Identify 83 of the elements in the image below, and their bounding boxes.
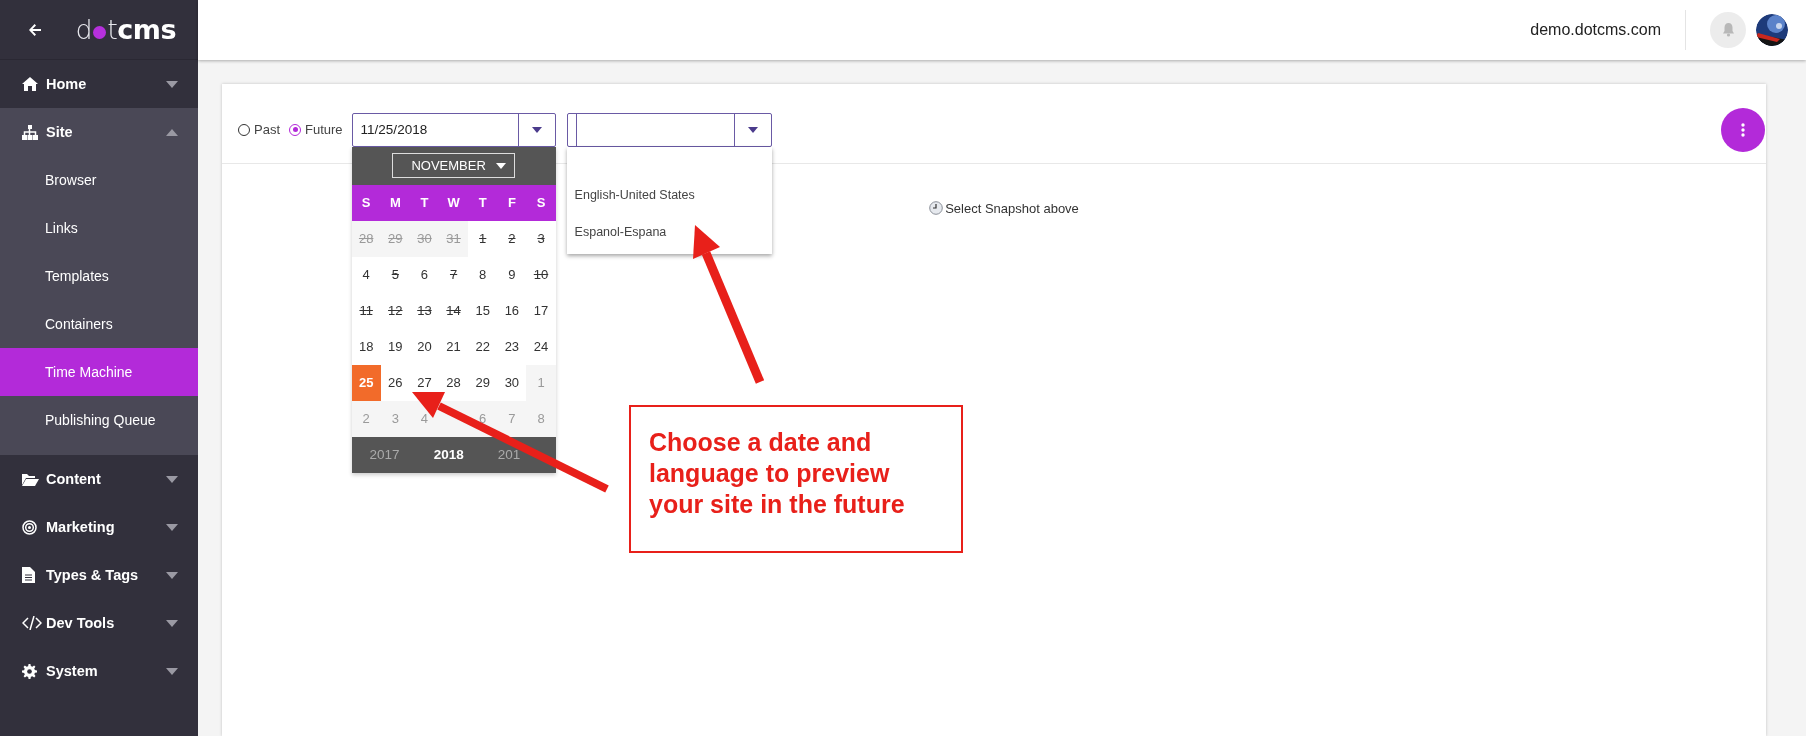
caret-icon [166,475,178,483]
nav-subitem[interactable]: Containers [0,300,198,348]
nav-subitem[interactable]: Browser [0,156,198,204]
nav-item[interactable]: Marketing [0,503,198,551]
calendar-day[interactable]: 29 [475,375,490,390]
annotation-box: Choose a date and language to preview your site in the future [629,405,963,553]
weekday-label: F [506,194,517,212]
nav-subitem[interactable]: Publishing Queue [0,396,198,444]
weekday-label: S [360,194,372,212]
radio-button[interactable]: Future [289,122,343,137]
calendar-day[interactable]: 21 [446,339,461,354]
calendar-day[interactable]: 4 [362,267,370,282]
sitemap-icon [22,124,38,140]
calendar-day[interactable]: 5 [391,267,399,282]
calendar-day[interactable]: 26 [388,375,403,390]
caret-icon [747,126,758,133]
calendar-day[interactable]: 22 [475,339,490,354]
weekday-label: S [535,194,547,212]
calendar-day[interactable]: 14 [446,303,461,318]
more-options-button[interactable] [1721,107,1765,152]
year-option[interactable]: 2018 [433,447,464,462]
calendar-day[interactable]: 16 [504,303,520,318]
site-name[interactable]: demo.dotcms.com [1530,21,1661,39]
weekday-label: M [388,194,402,212]
month-dropdown[interactable]: NOVEMBER [392,153,515,178]
caret-icon [166,80,178,88]
status-message: Select Snapshot above [945,200,1079,216]
radio-button[interactable]: Past [238,122,280,137]
calendar-day[interactable]: 24 [533,339,549,354]
calendar-day[interactable]: 28 [446,375,461,390]
calendar-day[interactable]: 17 [533,303,549,318]
calendar-day[interactable]: 11 [359,303,373,318]
calendar-day[interactable]: 27 [417,375,432,390]
nav-item[interactable]: Home [0,60,198,108]
home-icon [22,77,38,91]
calendar-day[interactable]: 9 [508,267,516,282]
calendar-day[interactable]: 3 [537,231,545,246]
calendar-day[interactable]: 2 [508,231,516,246]
nav-subitem[interactable]: Links [0,204,198,252]
calendar-day[interactable]: 23 [504,339,520,354]
nav-item[interactable]: Content [0,455,198,503]
more-icon [1741,122,1745,137]
logo[interactable]: d tcms [75,14,176,45]
calendar-day[interactable]: 1 [479,231,487,246]
nav-subitem[interactable]: Templates [0,252,198,300]
calendar-day[interactable]: 20 [417,339,432,354]
nav-item[interactable]: System [0,647,198,695]
calendar-day[interactable]: 8 [479,267,487,282]
bell-icon [1721,23,1735,37]
language-option[interactable]: Espanol-Espana [566,213,772,251]
nav-item[interactable]: Site [0,108,198,156]
language-option[interactable]: English-United States [566,176,772,214]
calendar-day[interactable]: 30 [504,375,520,390]
calendar-day[interactable]: 7 [449,267,458,282]
calendar-day[interactable]: 15 [475,303,490,318]
language-dropdown[interactable] [566,112,772,147]
calendar-day[interactable]: 12 [388,303,403,318]
calendar-day[interactable]: 6 [420,267,429,282]
calendar-day[interactable]: 18 [358,339,374,354]
weekday-label: W [446,194,461,212]
code-icon [22,616,42,630]
file-icon [22,567,35,583]
nav-subitem[interactable]: Time Machine [0,348,198,396]
caret-icon [495,162,506,169]
caret-icon [166,523,178,531]
caret-icon [166,667,178,675]
caret-icon [531,126,542,133]
gear-icon [22,663,37,679]
caret-icon [166,128,178,136]
weekday-label: T [477,194,488,212]
back-arrow-icon[interactable] [28,22,42,37]
folder-icon [22,472,39,486]
calendar-day[interactable]: 13 [417,303,432,318]
nav-item[interactable]: Dev Tools [0,599,198,647]
clock-icon [929,201,944,215]
calendar-day[interactable]: 19 [388,339,403,354]
calendar-day[interactable]: 10 [533,267,549,282]
caret-icon [166,619,178,627]
nav-item[interactable]: Types & Tags [0,551,198,599]
weekday-label: T [419,194,430,212]
date-field[interactable]: 11/25/2018 [351,112,556,147]
target-icon [22,519,37,535]
caret-icon [166,571,178,579]
